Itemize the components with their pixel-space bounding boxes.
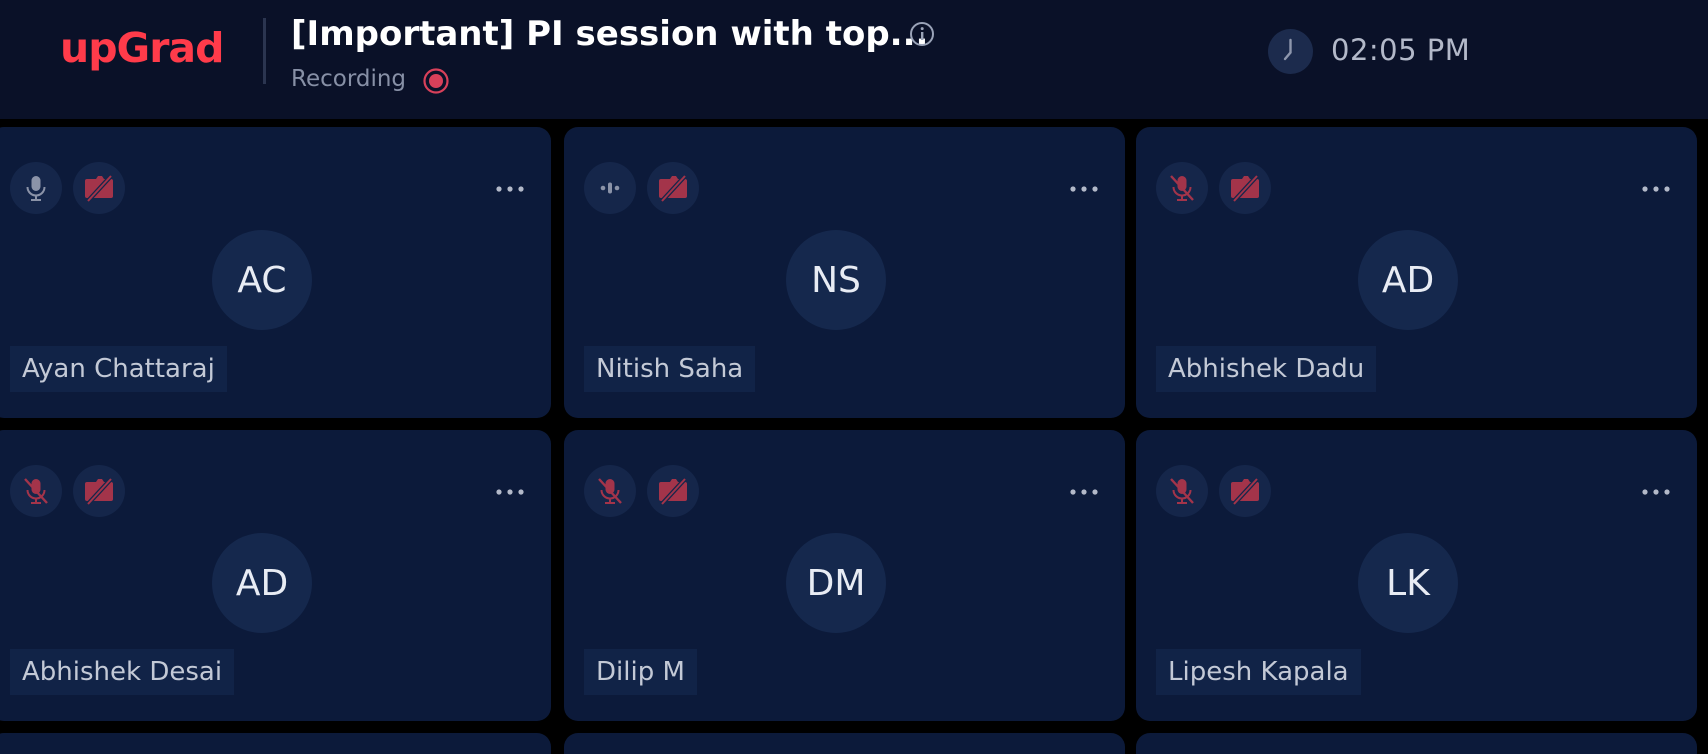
avatar: LK xyxy=(1358,533,1458,633)
mic-muted-icon[interactable] xyxy=(1156,465,1208,517)
participant-tile[interactable]: LK Lipesh Kapala xyxy=(1136,430,1697,721)
participant-tile[interactable]: AD Abhishek Dadu xyxy=(1136,127,1697,418)
more-options-icon[interactable] xyxy=(1641,482,1671,495)
participant-tile[interactable] xyxy=(1136,733,1697,754)
participant-name: Nitish Saha xyxy=(584,346,756,392)
header-divider xyxy=(263,18,266,84)
more-options-icon[interactable] xyxy=(1069,179,1099,192)
participant-tile[interactable]: AD Abhishek Desai xyxy=(0,430,551,721)
participant-tile[interactable] xyxy=(0,733,551,754)
info-icon[interactable] xyxy=(909,21,935,47)
avatar: AC xyxy=(212,230,312,330)
participant-tile[interactable]: AC Ayan Chattaraj xyxy=(0,127,551,418)
meeting-title: [Important] PI session with top... xyxy=(291,14,929,54)
mic-muted-icon[interactable] xyxy=(1156,162,1208,214)
meeting-clock: 02:05 PM xyxy=(1331,33,1471,67)
participant-name: Ayan Chattaraj xyxy=(10,346,227,392)
meeting-header: upGrad [Important] PI session with top..… xyxy=(0,0,1708,119)
camera-off-icon[interactable] xyxy=(73,162,125,214)
more-options-icon[interactable] xyxy=(495,179,525,192)
microphone-icon[interactable] xyxy=(10,162,62,214)
avatar: AD xyxy=(212,533,312,633)
participant-name: Abhishek Dadu xyxy=(1156,346,1377,392)
camera-off-icon[interactable] xyxy=(647,465,699,517)
participant-name: Dilip M xyxy=(584,649,697,695)
audio-level-icon[interactable] xyxy=(584,162,636,214)
camera-off-icon[interactable] xyxy=(1219,162,1271,214)
participant-grid: AC Ayan Chattaraj NS Nitish Saha AD Abhishek … xyxy=(0,119,1708,754)
upgrad-logo: upGrad xyxy=(60,24,224,72)
mic-muted-icon[interactable] xyxy=(584,465,636,517)
camera-off-icon[interactable] xyxy=(1219,465,1271,517)
avatar: AD xyxy=(1358,230,1458,330)
participant-tile[interactable]: NS Nitish Saha xyxy=(564,127,1125,418)
recording-label: Recording xyxy=(291,66,407,92)
avatar: NS xyxy=(786,230,886,330)
participant-tile[interactable]: DM Dilip M xyxy=(564,430,1125,721)
more-options-icon[interactable] xyxy=(495,482,525,495)
mic-muted-icon[interactable] xyxy=(10,465,62,517)
record-icon xyxy=(423,68,449,94)
avatar: DM xyxy=(786,533,886,633)
participant-tile[interactable] xyxy=(564,733,1125,754)
participant-name: Abhishek Desai xyxy=(10,649,235,695)
camera-off-icon[interactable] xyxy=(73,465,125,517)
participant-name: Lipesh Kapala xyxy=(1156,649,1361,695)
more-options-icon[interactable] xyxy=(1069,482,1099,495)
camera-off-icon[interactable] xyxy=(647,162,699,214)
clock-icon xyxy=(1268,29,1313,74)
more-options-icon[interactable] xyxy=(1641,179,1671,192)
